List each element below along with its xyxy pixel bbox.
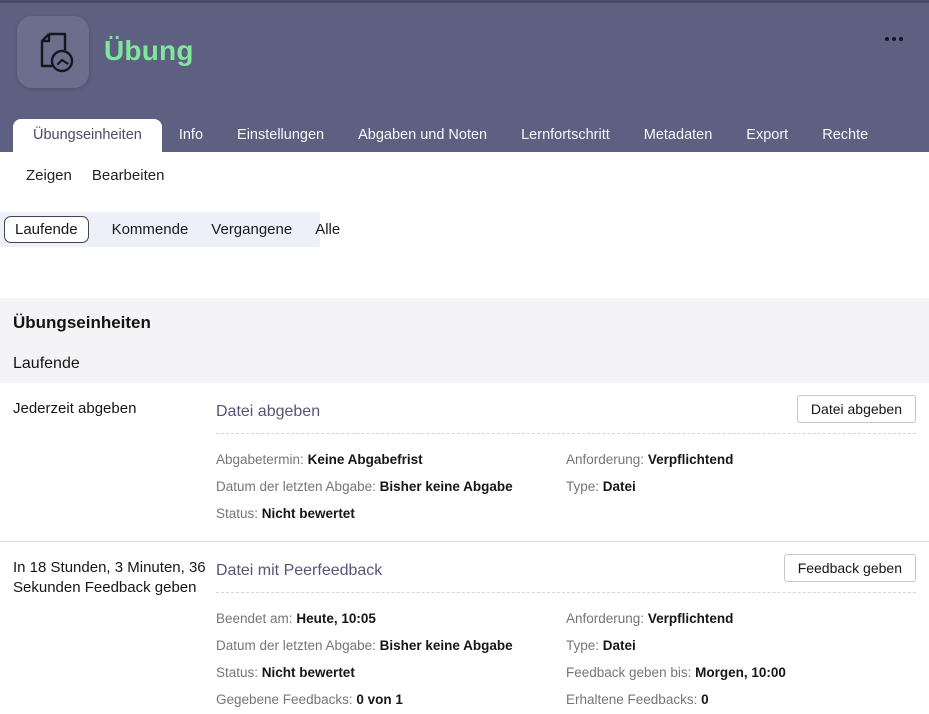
- assignment-details: Abgabetermin: Keine Abgabefrist Datum de…: [216, 440, 916, 521]
- kebab-menu-icon[interactable]: [881, 33, 907, 45]
- tab-abgaben-und-noten[interactable]: Abgaben und Noten: [341, 119, 504, 152]
- filter-alle[interactable]: Alle: [315, 221, 340, 238]
- subtab-bearbeiten[interactable]: Bearbeiten: [92, 167, 165, 205]
- detail-letzte-abgabe: Datum der letzten Abgabe: Bisher keine A…: [216, 639, 566, 653]
- detail-anforderung: Anforderung: Verpflichtend: [566, 453, 916, 467]
- detail-feedback-geben-bis: Feedback geben bis: Morgen, 10:00: [566, 666, 916, 680]
- detail-type: Type: Datei: [566, 639, 916, 653]
- detail-letzte-abgabe: Datum der letzten Abgabe: Bisher keine A…: [216, 480, 566, 494]
- main-tabbar: Übungseinheiten Info Einstellungen Abgab…: [13, 119, 929, 152]
- detail-status: Status: Nicht bewertet: [216, 507, 566, 521]
- detail-beendet-am: Beendet am: Heute, 10:05: [216, 612, 566, 626]
- filter-laufende-button[interactable]: Laufende: [4, 216, 89, 243]
- tab-info[interactable]: Info: [162, 119, 220, 152]
- assignment-title-link[interactable]: Datei abgeben: [216, 395, 320, 421]
- assignment-body: Datei mit Peerfeedback Feedback geben Be…: [216, 542, 916, 714]
- detail-type: Type: Datei: [566, 480, 916, 494]
- tab-export[interactable]: Export: [729, 119, 805, 152]
- detail-erhaltene-feedbacks: Erhaltene Feedbacks: 0: [566, 693, 916, 707]
- assignment-row-datei-abgeben: Jederzeit abgeben Datei abgeben Datei ab…: [0, 383, 929, 542]
- object-icon-tile: [17, 16, 89, 88]
- tab-metadaten[interactable]: Metadaten: [627, 119, 730, 152]
- subtab-zeigen[interactable]: Zeigen: [26, 167, 72, 205]
- detail-status: Status: Nicht bewertet: [216, 666, 566, 680]
- feedback-geben-button[interactable]: Feedback geben: [784, 554, 916, 582]
- filter-kommende[interactable]: Kommende: [112, 221, 189, 238]
- detail-abgabetermin: Abgabetermin: Keine Abgabefrist: [216, 453, 566, 467]
- assignment-title-link[interactable]: Datei mit Peerfeedback: [216, 554, 382, 580]
- tab-einstellungen[interactable]: Einstellungen: [220, 119, 341, 152]
- assignment-details: Beendet am: Heute, 10:05 Datum der letzt…: [216, 599, 916, 707]
- detail-gegebene-feedbacks: Gegebene Feedbacks: 0 von 1: [216, 693, 566, 707]
- assignment-deadline-info: Jederzeit abgeben: [13, 383, 216, 541]
- section-title: Übungseinheiten: [13, 313, 916, 333]
- detail-anforderung: Anforderung: Verpflichtend: [566, 612, 916, 626]
- assignment-deadline-info: In 18 Stunden, 3 Minuten, 36 Sekunden Fe…: [13, 542, 216, 714]
- datei-abgeben-button[interactable]: Datei abgeben: [797, 395, 916, 423]
- exercise-file-clock-icon: [29, 26, 77, 79]
- assignment-body: Datei abgeben Datei abgeben Abgabetermin…: [216, 383, 916, 541]
- dashed-divider: [216, 433, 916, 434]
- tab-rechte[interactable]: Rechte: [805, 119, 885, 152]
- filter-vergangene[interactable]: Vergangene: [211, 221, 292, 238]
- assignment-row-datei-mit-peerfeedback: In 18 Stunden, 3 Minuten, 36 Sekunden Fe…: [0, 542, 929, 714]
- tab-lernfortschritt[interactable]: Lernfortschritt: [504, 119, 627, 152]
- tab-uebungseinheiten[interactable]: Übungseinheiten: [13, 119, 162, 152]
- dashed-divider: [216, 592, 916, 593]
- sub-tabbar: Zeigen Bearbeiten: [0, 152, 929, 205]
- page-title: Übung: [104, 35, 194, 67]
- object-header: Übung Übungseinheiten Info Einstellungen…: [0, 0, 929, 152]
- view-filter-group: Laufende Kommende Vergangene Alle: [0, 212, 320, 247]
- section-header: Übungseinheiten Laufende: [0, 298, 929, 383]
- section-subtitle: Laufende: [13, 355, 916, 373]
